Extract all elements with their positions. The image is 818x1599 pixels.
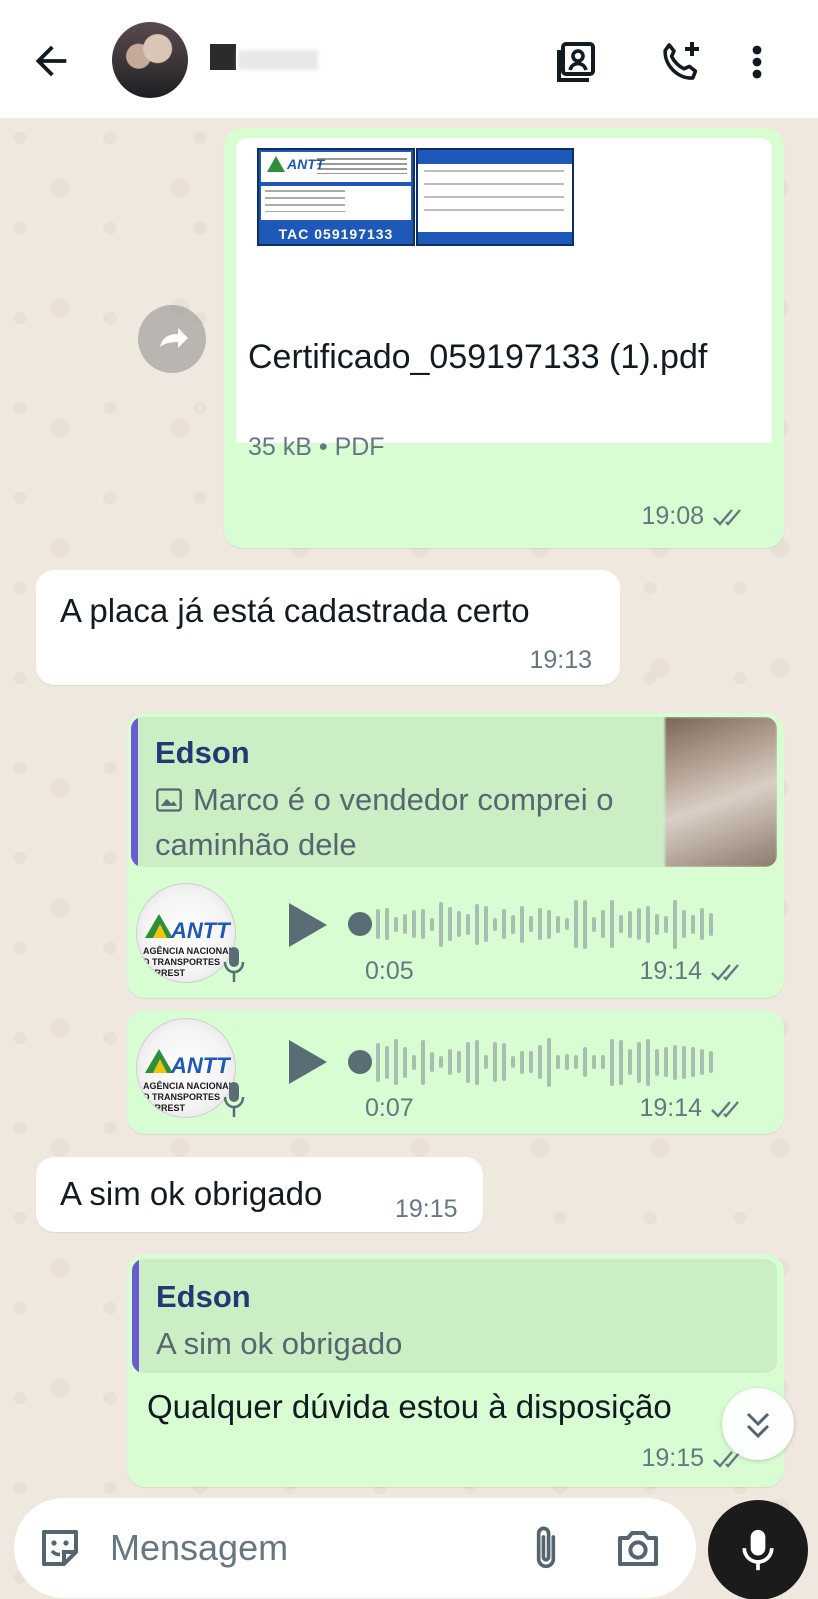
mic-icon <box>223 947 245 982</box>
reply-audio-message[interactable]: Edson Marco é o vendedor comprei o camin… <box>127 713 784 998</box>
audio-waveform[interactable] <box>376 896 713 952</box>
quote-bar <box>131 717 138 867</box>
message-time: 19:15 <box>395 1195 458 1223</box>
quoted-message[interactable]: Edson A sim ok obrigado <box>132 1259 777 1373</box>
read-ticks-icon <box>711 1100 739 1118</box>
more-vert-icon[interactable] <box>748 38 796 86</box>
quote-author: Edson <box>155 735 250 770</box>
contact-name[interactable] <box>210 40 320 80</box>
quoted-message[interactable]: Edson Marco é o vendedor comprei o camin… <box>131 717 777 867</box>
document-preview[interactable]: ANTT TAC 059197133 <box>236 138 772 443</box>
quote-bar <box>132 1259 139 1373</box>
certificate-front-thumbnail: ANTT TAC 059197133 <box>257 148 415 246</box>
read-ticks-icon <box>713 508 741 526</box>
voice-record-button[interactable] <box>708 1500 808 1599</box>
certificate-back-thumbnail <box>416 148 574 246</box>
quoted-image-thumbnail <box>665 717 777 867</box>
paperclip-icon[interactable] <box>524 1522 568 1574</box>
incoming-message[interactable]: A placa já está cadastrada certo 19:13 <box>36 570 620 685</box>
message-text: Qualquer dúvida estou à disposição <box>147 1388 672 1425</box>
message-text: A sim ok obrigado <box>60 1175 323 1212</box>
add-call-icon[interactable] <box>656 38 704 86</box>
contact-card-icon[interactable] <box>553 38 601 86</box>
chat-header <box>0 0 818 118</box>
sticker-emoji-icon[interactable] <box>36 1524 84 1572</box>
document-message[interactable]: ANTT TAC 059197133 Certificado_059197133… <box>224 128 784 548</box>
play-icon[interactable] <box>285 1038 329 1086</box>
message-input[interactable] <box>110 1524 490 1572</box>
back-arrow-icon[interactable] <box>28 38 74 84</box>
message-text: A placa já está cadastrada certo <box>60 592 530 629</box>
reply-message[interactable]: Edson A sim ok obrigado Qualquer dúvida … <box>127 1254 784 1487</box>
document-meta: 35 kB • PDF <box>248 433 385 461</box>
play-icon[interactable] <box>285 901 329 949</box>
contact-avatar[interactable] <box>112 22 188 98</box>
audio-scrubber[interactable] <box>348 1050 372 1074</box>
scroll-to-bottom-button[interactable] <box>722 1388 794 1460</box>
audio-duration: 0:07 <box>365 1094 414 1122</box>
message-time: 19:13 <box>529 646 592 674</box>
message-time: 19:08 <box>641 502 746 531</box>
mic-icon <box>223 1082 245 1117</box>
message-time: 19:14 <box>639 1094 744 1123</box>
camera-icon[interactable] <box>614 1524 662 1572</box>
message-composer <box>14 1498 696 1598</box>
audio-message[interactable]: ANTT AGÊNCIA NACIONAL D TRANSPORTES TERR… <box>127 1010 784 1134</box>
forward-icon[interactable] <box>138 305 206 373</box>
mic-icon <box>742 1529 774 1571</box>
audio-duration: 0:05 <box>365 957 414 985</box>
incoming-message[interactable]: A sim ok obrigado 19:15 <box>36 1157 483 1232</box>
read-ticks-icon <box>711 963 739 981</box>
document-file-name: Certificado_059197133 (1).pdf <box>248 338 708 376</box>
quote-text: A sim ok obrigado <box>156 1326 403 1361</box>
quote-author: Edson <box>156 1279 251 1314</box>
audio-scrubber[interactable] <box>348 912 372 936</box>
message-time: 19:14 <box>639 957 744 986</box>
quote-text: Marco é o vendedor comprei o caminhão de… <box>155 782 614 862</box>
image-icon <box>156 788 182 812</box>
audio-waveform[interactable] <box>376 1034 713 1090</box>
double-chevron-down-icon <box>746 1412 770 1439</box>
